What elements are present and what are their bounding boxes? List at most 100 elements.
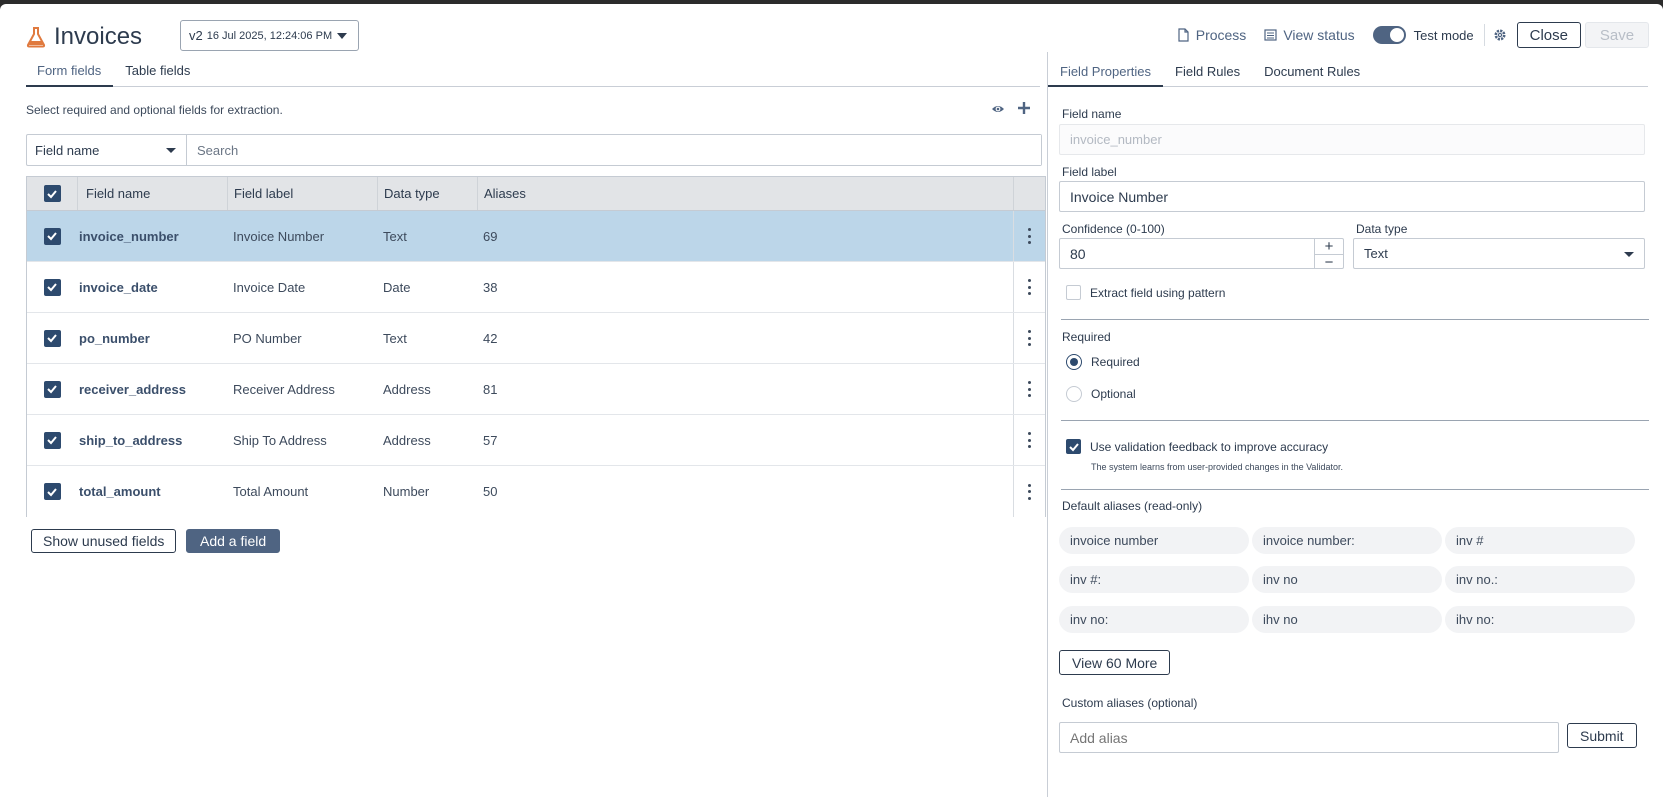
- row-menu-button[interactable]: [1013, 466, 1045, 517]
- search-input[interactable]: [187, 135, 1041, 165]
- feedback-option: Use validation feedback to improve accur…: [1066, 439, 1328, 454]
- confidence-value: 80: [1070, 245, 1086, 262]
- table-row[interactable]: total_amount Total Amount Number 50: [27, 466, 1045, 517]
- search-filter-value: Field name: [35, 142, 100, 158]
- custom-aliases-label: Custom aliases (optional): [1062, 696, 1198, 710]
- check-icon: [47, 436, 57, 445]
- add-field-button[interactable]: Add a field: [186, 529, 281, 553]
- table-row[interactable]: ship_to_address Ship To Address Address …: [27, 415, 1045, 466]
- row-menu-button[interactable]: [1013, 415, 1045, 465]
- header-checkbox-cell: [27, 177, 77, 210]
- confidence-label: Confidence (0-100): [1062, 222, 1165, 236]
- kebab-icon: [1027, 330, 1032, 346]
- tab-form-fields[interactable]: Form fields: [26, 56, 114, 87]
- data-type-select[interactable]: Text: [1353, 238, 1645, 269]
- row-checkbox-cell: [27, 227, 77, 245]
- row-menu-button[interactable]: [1013, 211, 1045, 261]
- decrement-icon[interactable]: −: [1315, 255, 1343, 270]
- row-menu-button[interactable]: [1013, 313, 1045, 363]
- field-name-cell: total_amount: [79, 484, 161, 499]
- increment-icon[interactable]: +: [1315, 239, 1343, 255]
- close-button[interactable]: Close: [1516, 22, 1581, 48]
- eye-icon[interactable]: [991, 103, 1005, 115]
- chevron-down-icon: [166, 148, 176, 153]
- check-icon: [47, 232, 57, 241]
- show-unused-fields-button[interactable]: Show unused fields: [31, 529, 177, 553]
- search-bar: Field name: [26, 134, 1042, 166]
- data-type-cell: Text: [383, 330, 407, 346]
- tab-document-rules[interactable]: Document Rules: [1252, 56, 1372, 87]
- version-select[interactable]: v2 16 Jul 2025, 12:24:06 PM: [180, 20, 359, 51]
- field-name-input: invoice_number: [1059, 124, 1645, 155]
- gear-icon[interactable]: [1493, 28, 1507, 42]
- aliases-cell: 42: [483, 330, 498, 346]
- row-checkbox-cell: [27, 278, 77, 296]
- row-checkbox[interactable]: [43, 278, 61, 296]
- alias-chip: ihv no:: [1445, 606, 1635, 633]
- process-button[interactable]: Process: [1177, 27, 1246, 43]
- column-header-data-type[interactable]: Data type: [377, 177, 477, 210]
- column-header-field-name[interactable]: Field name: [77, 177, 227, 210]
- field-name-cell: receiver_address: [79, 381, 186, 397]
- field-label-label: Field label: [1062, 165, 1117, 179]
- row-checkbox[interactable]: [43, 380, 61, 398]
- row-menu-button[interactable]: [1013, 262, 1045, 312]
- alias-chip: invoice number: [1059, 527, 1249, 554]
- divider: [1061, 489, 1649, 490]
- check-icon: [47, 487, 57, 496]
- row-checkbox[interactable]: [43, 227, 61, 245]
- optional-option: Optional: [1066, 386, 1136, 402]
- row-checkbox-cell: [27, 380, 77, 398]
- field-name-cell: po_number: [79, 330, 150, 346]
- submit-alias-button[interactable]: Submit: [1567, 723, 1637, 748]
- column-header-aliases[interactable]: Aliases: [477, 177, 1013, 210]
- chevron-down-icon: [1624, 252, 1634, 257]
- left-tabs: Form fields Table fields: [26, 56, 1040, 87]
- alias-chip: inv no.:: [1445, 566, 1635, 593]
- plus-icon[interactable]: [1017, 101, 1031, 115]
- tab-table-fields[interactable]: Table fields: [113, 56, 202, 87]
- divider: [1483, 24, 1485, 46]
- alias-chip: inv no: [1252, 566, 1442, 593]
- table-row[interactable]: po_number PO Number Text 42: [27, 313, 1045, 364]
- select-all-checkbox[interactable]: [43, 185, 61, 202]
- check-icon: [47, 334, 57, 343]
- view-more-aliases-button[interactable]: View 60 More: [1059, 650, 1171, 675]
- column-header-actions: [1013, 177, 1045, 210]
- pattern-checkbox[interactable]: [1066, 285, 1081, 300]
- check-icon: [1068, 442, 1079, 451]
- pattern-option: Extract field using pattern: [1066, 285, 1225, 300]
- table-row[interactable]: invoice_number Invoice Number Text 69: [27, 211, 1045, 262]
- tab-field-properties[interactable]: Field Properties: [1048, 56, 1164, 87]
- confidence-stepper[interactable]: 80 + −: [1059, 238, 1344, 270]
- app-title: Invoices: [26, 23, 142, 51]
- instructions-text: Select required and optional fields for …: [26, 103, 283, 117]
- feedback-checkbox[interactable]: [1066, 439, 1081, 454]
- tab-field-rules[interactable]: Field Rules: [1163, 56, 1252, 87]
- table-row[interactable]: invoice_date Invoice Date Date 38: [27, 262, 1045, 313]
- field-name-cell: ship_to_address: [79, 432, 183, 448]
- row-checkbox[interactable]: [43, 431, 61, 449]
- data-type-value: Text: [1364, 246, 1388, 261]
- default-aliases-label: Default aliases (read-only): [1062, 499, 1203, 513]
- search-filter-select[interactable]: Field name: [27, 135, 187, 165]
- add-alias-input[interactable]: [1059, 722, 1559, 753]
- row-checkbox[interactable]: [43, 329, 61, 347]
- column-header-field-label[interactable]: Field label: [227, 177, 377, 210]
- table-row[interactable]: receiver_address Receiver Address Addres…: [27, 364, 1045, 415]
- test-mode-toggle[interactable]: [1372, 26, 1406, 44]
- save-button[interactable]: Save: [1585, 22, 1649, 48]
- field-label-cell: PO Number: [233, 330, 302, 346]
- row-menu-button[interactable]: [1013, 364, 1045, 414]
- required-radio[interactable]: [1066, 354, 1082, 370]
- row-checkbox[interactable]: [43, 483, 61, 500]
- optional-option-label: Optional: [1091, 387, 1136, 401]
- feedback-hint: The system learns from user-provided cha…: [1091, 462, 1343, 472]
- view-status-label: View status: [1283, 27, 1355, 43]
- stepper-controls: + −: [1314, 239, 1343, 270]
- required-option: Required: [1066, 354, 1140, 370]
- optional-radio[interactable]: [1066, 386, 1082, 402]
- field-label-cell: Ship To Address: [233, 432, 327, 448]
- field-label-input[interactable]: Invoice Number: [1059, 181, 1645, 212]
- view-status-button[interactable]: View status: [1264, 27, 1355, 43]
